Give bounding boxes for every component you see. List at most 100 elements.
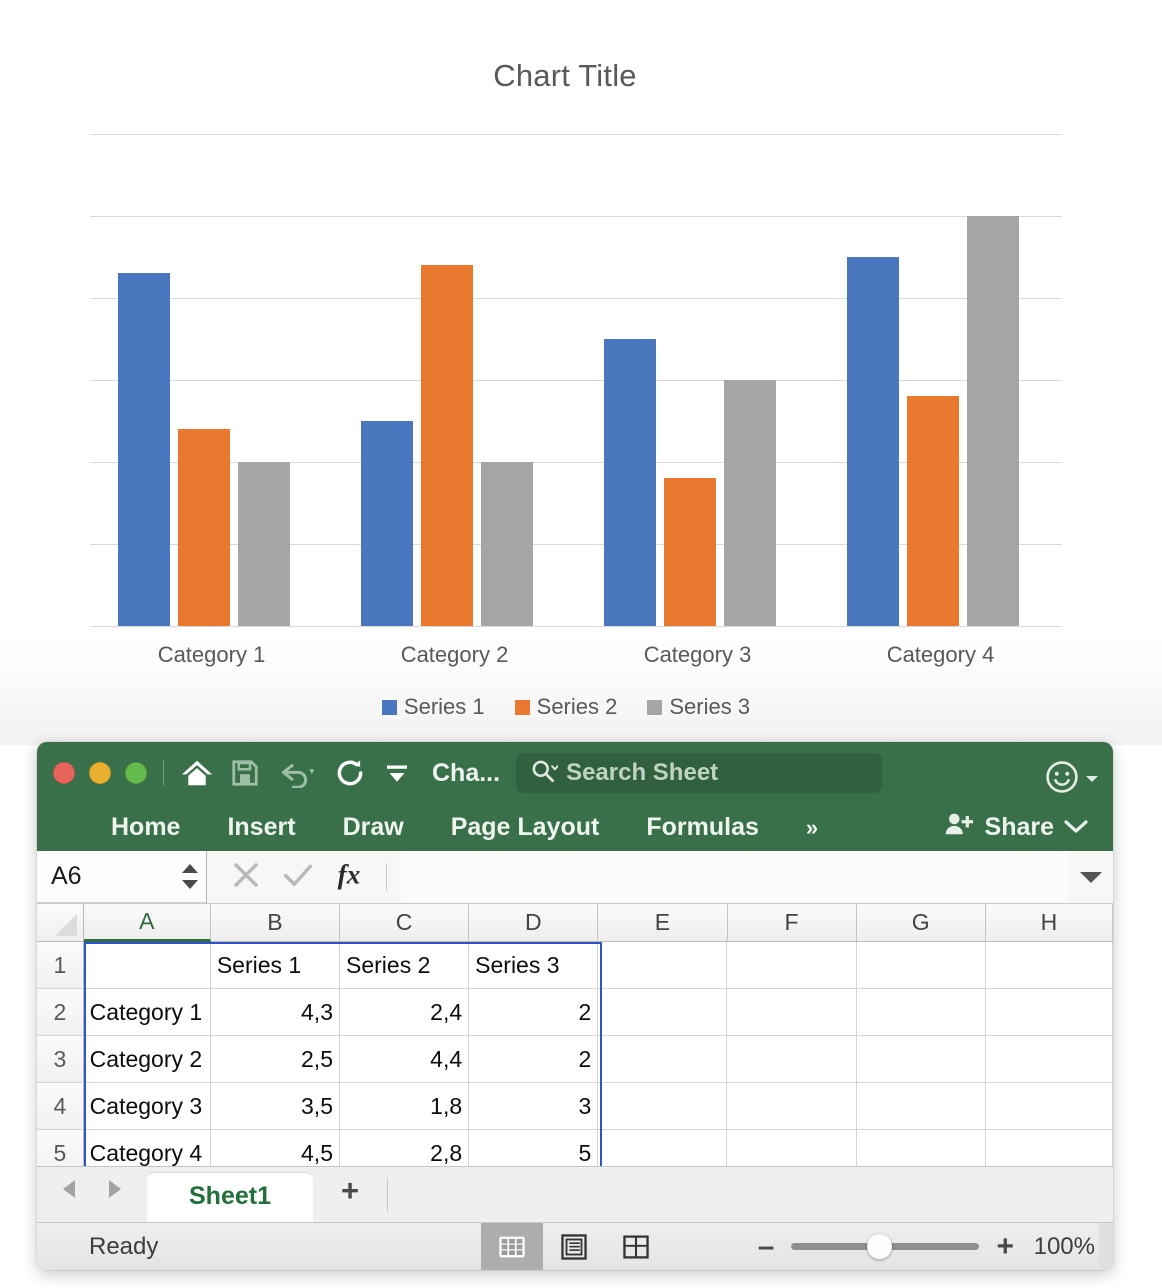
- column-header-d[interactable]: D: [469, 904, 599, 942]
- column-header-c[interactable]: C: [340, 904, 470, 942]
- page-layout-icon[interactable]: [543, 1223, 605, 1270]
- chart-x-axis-labels: Category 1 Category 2 Category 3 Category 4: [90, 642, 1062, 676]
- table-row: 5 Category 4 4,5 2,8 5: [37, 1130, 1113, 1166]
- ribbon-tab-insert[interactable]: Insert: [227, 813, 295, 842]
- cell-D1[interactable]: Series 3: [469, 942, 599, 989]
- home-icon[interactable]: [180, 758, 214, 788]
- share-button[interactable]: Share: [944, 810, 1089, 845]
- cell-E1[interactable]: [598, 942, 728, 989]
- minimize-window-button[interactable]: [89, 762, 111, 784]
- row-header-1[interactable]: 1: [37, 942, 84, 989]
- expand-formula-bar-button[interactable]: [1069, 851, 1113, 903]
- cell-C1[interactable]: Series 2: [340, 942, 470, 989]
- name-box[interactable]: A6: [37, 851, 207, 903]
- search-sheet-box[interactable]: Search Sheet: [516, 753, 883, 793]
- cell-A3[interactable]: Category 2: [83, 1036, 211, 1083]
- sheet-tabs-divider: [387, 1178, 389, 1212]
- add-sheet-button[interactable]: +: [313, 1173, 387, 1222]
- cell-G2[interactable]: [856, 989, 986, 1036]
- row-header-5[interactable]: 5: [37, 1130, 84, 1166]
- cell-B3[interactable]: 2,5: [210, 1036, 340, 1083]
- cell-D5[interactable]: 5: [469, 1130, 599, 1166]
- cell-H3[interactable]: [985, 1036, 1113, 1083]
- cell-B5[interactable]: 4,5: [211, 1130, 340, 1166]
- cell-E2[interactable]: [598, 989, 728, 1036]
- cell-E5[interactable]: [598, 1130, 728, 1166]
- next-sheet-icon[interactable]: [103, 1177, 125, 1206]
- column-header-g[interactable]: G: [856, 904, 986, 942]
- chart-legend-label: Series 2: [536, 694, 618, 719]
- cell-E3[interactable]: [598, 1036, 728, 1083]
- cell-D4[interactable]: 3: [469, 1083, 599, 1130]
- sheet-tab-sheet1[interactable]: Sheet1: [147, 1173, 313, 1222]
- cell-H1[interactable]: [985, 942, 1113, 989]
- column-header-f[interactable]: F: [727, 904, 857, 942]
- zoom-slider-handle[interactable]: [867, 1234, 893, 1259]
- cell-F2[interactable]: [727, 989, 857, 1036]
- row-header-3[interactable]: 3: [37, 1036, 84, 1083]
- ribbon-overflow-button[interactable]: »: [806, 815, 818, 841]
- cell-E4[interactable]: [598, 1083, 728, 1130]
- cell-C4[interactable]: 1,8: [340, 1083, 470, 1130]
- cell-H5[interactable]: [986, 1130, 1113, 1166]
- row-header-2[interactable]: 2: [37, 989, 84, 1036]
- zoom-window-button[interactable]: [125, 762, 147, 784]
- normal-view-icon[interactable]: [481, 1223, 543, 1270]
- column-header-b[interactable]: B: [210, 904, 341, 942]
- zoom-slider[interactable]: [791, 1234, 980, 1259]
- name-box-stepper[interactable]: [180, 862, 200, 891]
- zoom-in-button[interactable]: +: [996, 1231, 1014, 1262]
- ribbon-tab-page-layout[interactable]: Page Layout: [451, 813, 600, 842]
- redo-icon[interactable]: [334, 757, 366, 789]
- cell-F5[interactable]: [727, 1130, 857, 1166]
- cell-C5[interactable]: 2,8: [340, 1130, 470, 1166]
- column-header-h[interactable]: H: [985, 904, 1113, 942]
- cell-B1[interactable]: Series 1: [210, 942, 340, 989]
- add-person-icon: [944, 810, 976, 845]
- cell-C2[interactable]: 2,4: [340, 989, 470, 1036]
- save-icon[interactable]: [230, 758, 260, 788]
- zoom-out-button[interactable]: –: [758, 1231, 775, 1262]
- column-header-e[interactable]: E: [598, 904, 728, 942]
- cell-G5[interactable]: [857, 1130, 986, 1166]
- previous-sheet-icon[interactable]: [59, 1177, 81, 1206]
- sheet-tab-bar: Sheet1 +: [37, 1166, 1113, 1222]
- undo-icon[interactable]: [276, 758, 318, 788]
- column-header-a[interactable]: A: [83, 904, 211, 942]
- spreadsheet-grid[interactable]: A B C D E F G H 1 Series 1 Series 2 Series 3 2 Catego…: [37, 904, 1113, 1166]
- cell-A1[interactable]: [83, 942, 211, 989]
- ribbon-tab-formulas[interactable]: Formulas: [646, 813, 759, 842]
- customize-toolbar-icon[interactable]: [382, 759, 412, 787]
- cancel-icon[interactable]: [231, 860, 261, 895]
- cell-D3[interactable]: 2: [469, 1036, 599, 1083]
- cell-F3[interactable]: [727, 1036, 857, 1083]
- formula-input[interactable]: [401, 851, 1069, 903]
- cell-A5[interactable]: Category 4: [84, 1130, 211, 1166]
- chart-x-tick-label: Category 3: [643, 642, 752, 667]
- cell-D2[interactable]: 2: [469, 989, 599, 1036]
- cell-H4[interactable]: [985, 1083, 1113, 1130]
- insert-function-icon[interactable]: fx: [335, 859, 365, 896]
- vertical-scrollbar[interactable]: [1099, 1223, 1113, 1270]
- cell-A4[interactable]: Category 3: [83, 1083, 211, 1130]
- ribbon-tab-home[interactable]: Home: [111, 813, 180, 842]
- confirm-icon[interactable]: [282, 860, 314, 895]
- cell-F1[interactable]: [727, 942, 857, 989]
- cell-G3[interactable]: [856, 1036, 986, 1083]
- chart-bar: [663, 478, 716, 626]
- close-window-button[interactable]: [53, 762, 75, 784]
- cell-B2[interactable]: 4,3: [210, 989, 340, 1036]
- share-chevron-down-icon[interactable]: [1063, 813, 1089, 842]
- cell-B4[interactable]: 3,5: [210, 1083, 340, 1130]
- page-break-preview-icon[interactable]: [605, 1223, 667, 1270]
- cell-H2[interactable]: [985, 989, 1113, 1036]
- ribbon-tab-draw[interactable]: Draw: [343, 813, 404, 842]
- row-header-4[interactable]: 4: [37, 1083, 84, 1130]
- cell-G1[interactable]: [856, 942, 986, 989]
- cell-C3[interactable]: 4,4: [340, 1036, 470, 1083]
- select-all-button[interactable]: [37, 904, 84, 942]
- account-menu[interactable]: [1045, 760, 1099, 799]
- cell-A2[interactable]: Category 1: [83, 989, 211, 1036]
- cell-F4[interactable]: [727, 1083, 857, 1130]
- cell-G4[interactable]: [856, 1083, 986, 1130]
